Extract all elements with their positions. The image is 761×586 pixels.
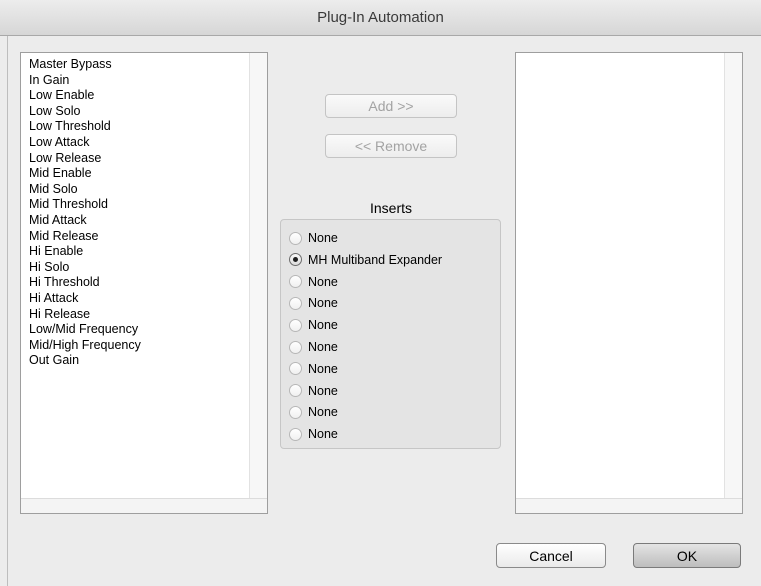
- available-parameters-viewport: Master Bypass In Gain Low Enable Low Solo Lo…: [21, 53, 250, 499]
- automated-parameters-viewport: [516, 53, 725, 499]
- parameter-list-item[interactable]: Hi Solo: [29, 260, 250, 276]
- radio-button-icon[interactable]: [289, 231, 302, 245]
- insert-option-label: None: [308, 274, 338, 289]
- available-parameters-list[interactable]: Master Bypass In Gain Low Enable Low Solo Lo…: [20, 52, 268, 514]
- insert-option-label: None: [308, 383, 338, 398]
- insert-option[interactable]: None: [289, 360, 338, 378]
- parameter-list-item[interactable]: Low Attack: [29, 135, 250, 151]
- parameter-list-item[interactable]: Hi Enable: [29, 244, 250, 260]
- parameter-list-item[interactable]: Mid Threshold: [29, 197, 250, 213]
- radio-button-icon[interactable]: [289, 253, 302, 267]
- insert-option-label: None: [308, 405, 338, 420]
- radio-button-icon[interactable]: [289, 384, 302, 398]
- parameter-list-item[interactable]: Master Bypass: [29, 57, 250, 73]
- ok-button[interactable]: OK: [633, 543, 741, 568]
- radio-button-icon[interactable]: [289, 318, 302, 332]
- radio-button-icon[interactable]: [289, 275, 302, 289]
- parameter-list-item[interactable]: Hi Threshold: [29, 275, 250, 291]
- window-titlebar[interactable]: Plug-In Automation: [0, 0, 761, 36]
- automated-parameters-horizontal-scrollbar[interactable]: [516, 498, 742, 513]
- insert-option-label: None: [308, 231, 338, 245]
- insert-option[interactable]: None: [289, 273, 338, 291]
- parameter-list-item[interactable]: Low/Mid Frequency: [29, 322, 250, 338]
- insert-option[interactable]: MH Multiband Expander: [289, 251, 442, 269]
- radio-button-icon[interactable]: [289, 296, 302, 310]
- insert-option[interactable]: None: [289, 338, 338, 356]
- parameter-list-item[interactable]: Mid Release: [29, 229, 250, 245]
- inserts-radio-group: None MH Multiband Expander None None None Non…: [280, 219, 501, 449]
- add-button[interactable]: Add >>: [325, 94, 457, 118]
- radio-button-icon[interactable]: [289, 427, 302, 441]
- inserts-label: Inserts: [369, 200, 412, 216]
- parameter-list-item[interactable]: Low Release: [29, 151, 250, 167]
- insert-option-label: None: [308, 361, 338, 376]
- parameter-list-item[interactable]: Hi Attack: [29, 291, 250, 307]
- insert-option[interactable]: None: [289, 316, 338, 334]
- radio-button-icon[interactable]: [289, 362, 302, 376]
- insert-option[interactable]: None: [289, 382, 338, 400]
- available-parameters-vertical-scrollbar[interactable]: [249, 53, 267, 499]
- window-title: Plug-In Automation: [317, 9, 444, 26]
- automated-parameters-vertical-scrollbar[interactable]: [724, 53, 742, 499]
- parameter-list-item[interactable]: In Gain: [29, 73, 250, 89]
- automated-parameters-list[interactable]: [515, 52, 743, 514]
- insert-option-label: MH Multiband Expander: [308, 252, 443, 267]
- remove-button[interactable]: << Remove: [325, 134, 457, 158]
- insert-option-label: None: [308, 296, 338, 311]
- parameter-list-item[interactable]: Mid Solo: [29, 182, 250, 198]
- insert-option[interactable]: None: [289, 425, 338, 443]
- insert-option[interactable]: None: [289, 229, 338, 247]
- parameter-list-item[interactable]: Hi Release: [29, 307, 250, 323]
- insert-option-label: None: [308, 427, 338, 442]
- available-parameters-horizontal-scrollbar[interactable]: [21, 498, 267, 513]
- parameter-list-item[interactable]: Mid Attack: [29, 213, 250, 229]
- parameter-list-item[interactable]: Low Enable: [29, 88, 250, 104]
- available-parameters-items: Master Bypass In Gain Low Enable Low Solo Lo…: [21, 53, 250, 369]
- window-left-edge: [0, 36, 8, 586]
- automated-parameters-items: [516, 53, 725, 57]
- radio-button-icon[interactable]: [289, 340, 302, 354]
- parameter-list-item[interactable]: Mid/High Frequency: [29, 338, 250, 354]
- parameter-list-item[interactable]: Low Threshold: [29, 119, 250, 135]
- radio-button-icon[interactable]: [289, 405, 302, 419]
- parameter-list-item[interactable]: Mid Enable: [29, 166, 250, 182]
- parameter-list-item[interactable]: Out Gain: [29, 353, 250, 369]
- insert-option[interactable]: None: [289, 294, 338, 312]
- insert-option[interactable]: None: [289, 403, 338, 421]
- parameter-list-item[interactable]: Low Solo: [29, 104, 250, 120]
- plugin-automation-dialog: Plug-In Automation Master Bypass In Gain L…: [0, 0, 761, 586]
- insert-option-label: None: [308, 318, 338, 333]
- cancel-button[interactable]: Cancel: [496, 543, 606, 568]
- insert-option-label: None: [308, 340, 338, 354]
